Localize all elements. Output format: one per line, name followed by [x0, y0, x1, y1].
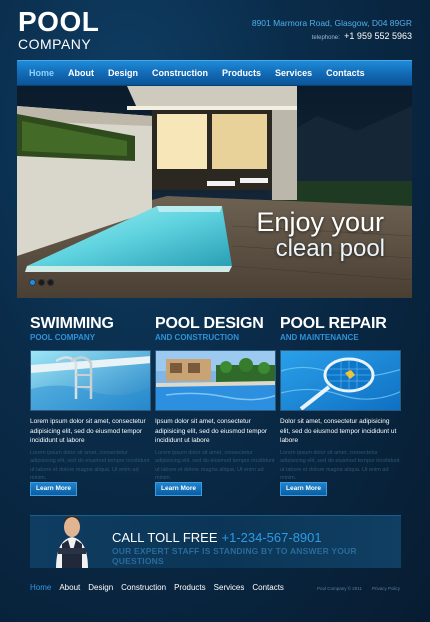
feature-text: Lorem ipsum dolor sit amet, consectetur …	[30, 418, 146, 444]
contact-info: 8901 Marmora Road, Glasgow, D04 89GR tel…	[252, 17, 412, 45]
footer-navigation: Home About Design Construction Products …	[30, 583, 292, 592]
nav-item-services[interactable]: Services	[275, 68, 312, 78]
nav-item-contacts[interactable]: Contacts	[326, 68, 365, 78]
nav-item-construction[interactable]: Construction	[152, 68, 208, 78]
privacy-policy-link[interactable]: Privacy Policy	[372, 586, 400, 591]
feature-small-text: Lorem ipsum dolor sit amet, consectetur …	[155, 449, 275, 482]
learn-more-button[interactable]: Learn More	[280, 482, 328, 496]
call-label: CALL TOLL FREE	[112, 530, 218, 545]
copyright-text: Pool Company © 2011	[316, 586, 362, 591]
feature-pool-repair: POOL REPAIR AND MAINTENANCE Dolor sit am…	[280, 315, 401, 496]
logo[interactable]: POOL COMPANY	[18, 6, 100, 52]
banner-tagline: OUR EXPERT STAFF IS STANDING BY TO ANSWE…	[112, 546, 357, 566]
feature-image	[280, 350, 401, 411]
logo-subtitle: COMPANY	[18, 36, 92, 52]
footer-copyright: Pool Company © 2011 Privacy Policy	[307, 586, 400, 591]
learn-more-button[interactable]: Learn More	[155, 482, 203, 496]
footer-nav-construction[interactable]: Construction	[121, 583, 166, 592]
call-toll-free: CALL TOLL FREE +1-234-567-8901	[112, 530, 322, 545]
feature-image	[30, 350, 151, 411]
feature-subtitle: AND CONSTRUCTION	[155, 333, 239, 342]
address: 8901 Marmora Road, Glasgow, D04 89GR	[251, 18, 412, 28]
footer-nav-services[interactable]: Services	[214, 583, 245, 592]
footer-nav-contacts[interactable]: Contacts	[252, 583, 284, 592]
feature-title: POOL DESIGN	[155, 315, 264, 332]
feature-title: SWIMMING	[30, 315, 114, 332]
footer-nav-home[interactable]: Home	[30, 583, 51, 592]
feature-pool-design: POOL DESIGN AND CONSTRUCTION Ipsum dolor…	[155, 315, 276, 496]
nav-item-products[interactable]: Products	[222, 68, 261, 78]
main-navigation: Home About Design Construction Products …	[17, 60, 412, 86]
footer-nav-design[interactable]: Design	[88, 583, 113, 592]
feature-small-text: Lorem ipsum dolor sit amet, consectetur …	[30, 449, 150, 482]
feature-image	[155, 350, 276, 411]
hero-subline: clean pool	[275, 235, 385, 262]
nav-item-design[interactable]: Design	[108, 68, 138, 78]
feature-subtitle: AND MAINTENANCE	[280, 333, 359, 342]
slider-dot-3[interactable]	[47, 279, 54, 286]
feature-text: Dolor sit amet, consectetur adipisicing …	[280, 418, 397, 444]
feature-small-text: Lorem ipsum dolor sit amet, consectetur …	[280, 449, 400, 482]
feature-title: POOL REPAIR	[280, 315, 387, 332]
phone-label: telephone:	[311, 35, 340, 41]
slider-dot-2[interactable]	[38, 279, 45, 286]
feature-swimming: SWIMMING POOL COMPANY Lorem ipsum dolor …	[30, 315, 151, 496]
hero-slider[interactable]: Enjoy your clean pool	[17, 86, 412, 298]
toll-free-banner: CALL TOLL FREE +1-234-567-8901 OUR EXPERT…	[30, 515, 401, 568]
feature-subtitle: POOL COMPANY	[30, 333, 96, 342]
nav-item-about[interactable]: About	[68, 68, 94, 78]
learn-more-button[interactable]: Learn More	[30, 482, 78, 496]
feature-text: Ipsum dolor sit amet, consectetur adipis…	[155, 418, 268, 444]
logo-title: POOL	[18, 6, 100, 37]
footer-nav-products[interactable]: Products	[174, 583, 206, 592]
phone-line: telephone: +1 959 552 5963	[252, 30, 412, 45]
slider-pagination	[29, 279, 54, 286]
hero-headline: Enjoy your	[256, 207, 384, 237]
phone-number: +1 959 552 5963	[344, 31, 412, 41]
slider-dot-1[interactable]	[29, 279, 36, 286]
footer-nav-about[interactable]: About	[59, 583, 80, 592]
hero-image	[17, 86, 412, 298]
toll-free-phone[interactable]: +1-234-567-8901	[222, 530, 322, 545]
nav-item-home[interactable]: Home	[29, 68, 54, 78]
